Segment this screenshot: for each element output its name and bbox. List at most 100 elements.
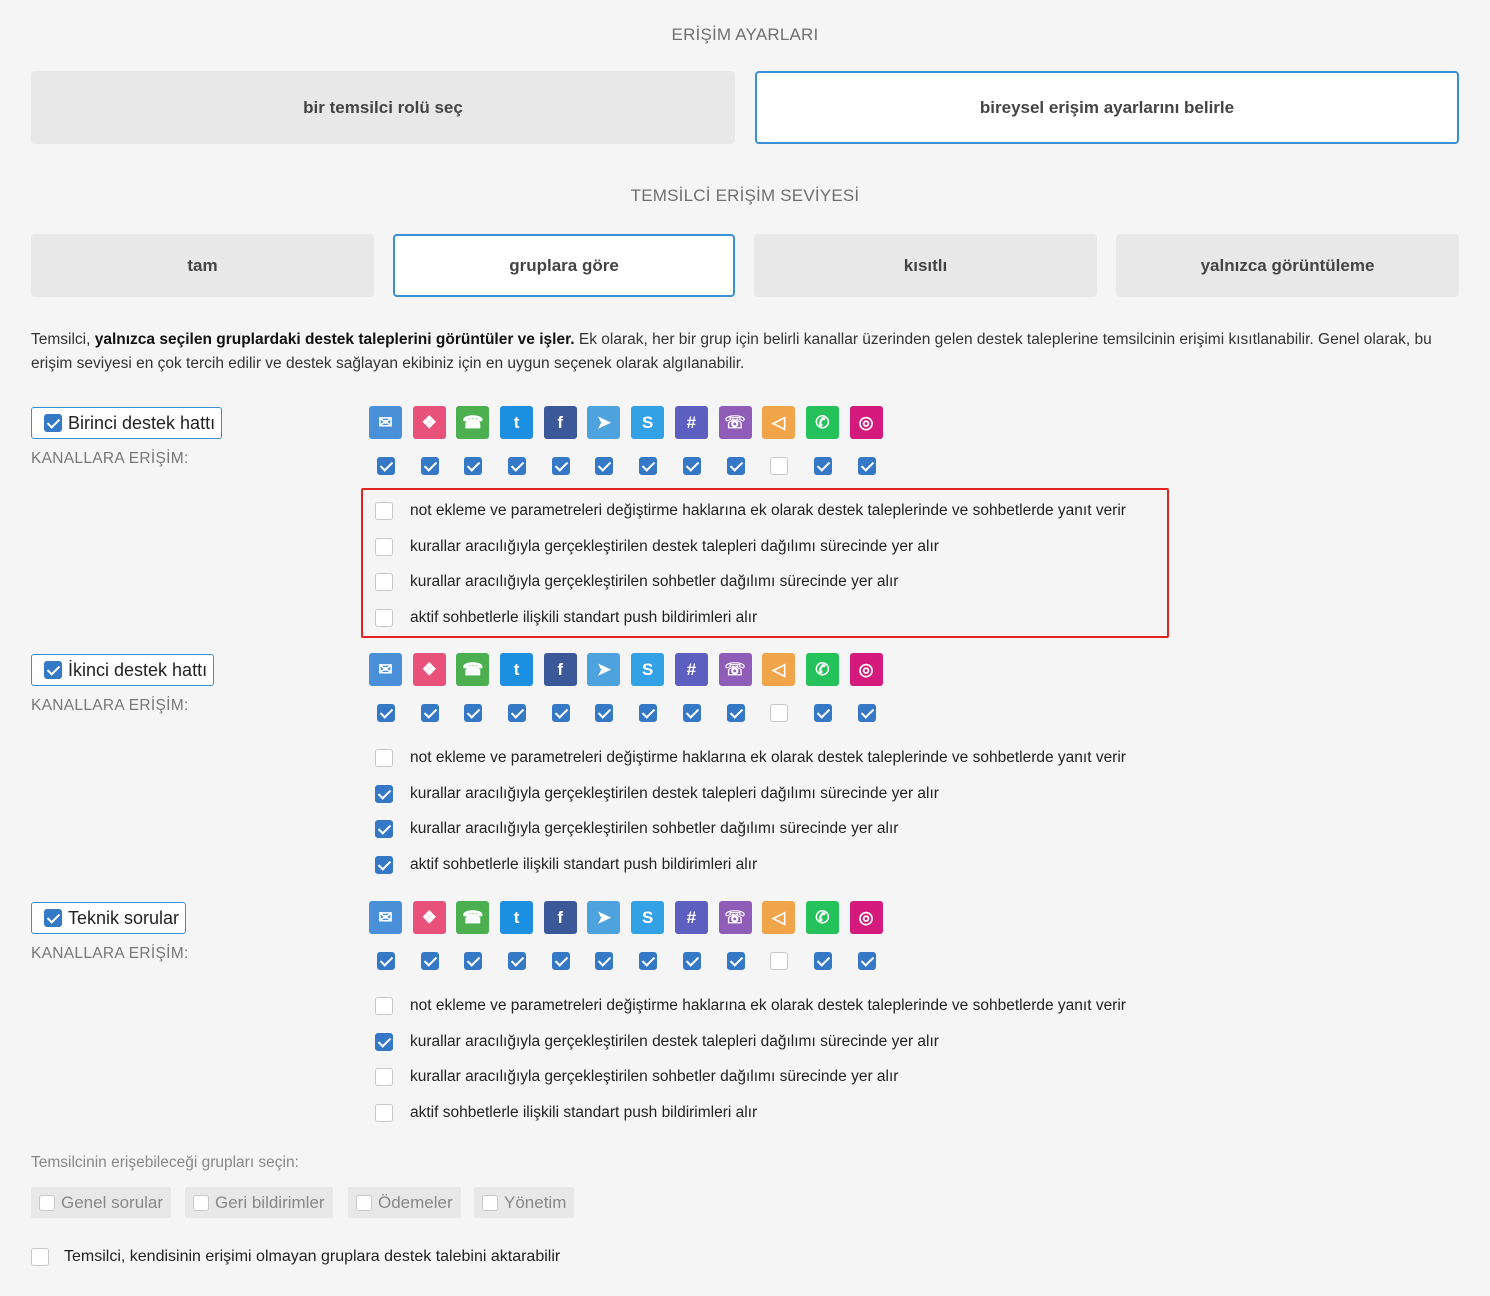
channel-checkbox[interactable] xyxy=(377,952,395,970)
permission-option[interactable]: kurallar aracılığıyla gerçekleştirilen d… xyxy=(375,785,939,803)
channel-checkbox[interactable] xyxy=(813,457,832,475)
channel-checkbox[interactable] xyxy=(857,704,876,722)
skype-icon: S xyxy=(631,901,665,934)
permission-checkbox[interactable] xyxy=(375,997,393,1015)
channel-checkbox[interactable] xyxy=(726,457,745,475)
group-checkbox[interactable] xyxy=(44,661,62,679)
individual-access-button[interactable]: bireysel erişim ayarlarını belirle xyxy=(755,71,1459,144)
email-icon: ✉ xyxy=(369,901,402,934)
permission-checkbox[interactable] xyxy=(375,785,393,803)
permission-label: kurallar aracılığıyla gerçekleştirilen s… xyxy=(410,820,899,837)
facebook-icon: f xyxy=(543,653,577,686)
channel-checkbox[interactable] xyxy=(595,952,614,970)
level-by-groups-button[interactable]: gruplara göre xyxy=(393,234,735,297)
channel-checkbox[interactable] xyxy=(508,952,527,970)
description-bold: yalnızca seçilen gruplardaki destek tale… xyxy=(94,331,575,348)
telegram-icon: ➤ xyxy=(587,653,621,686)
channel-checkbox[interactable] xyxy=(813,704,832,722)
group-option-odemeler[interactable]: Ödemeler xyxy=(348,1187,461,1218)
channel-checkbox[interactable] xyxy=(682,952,701,970)
channel-checkbox[interactable] xyxy=(551,704,570,722)
access-level-description: Temsilci, yalnızca seçilen gruplardaki d… xyxy=(31,328,1461,376)
channel-checkbox[interactable] xyxy=(726,952,745,970)
group-option-label: Ödemeler xyxy=(378,1192,453,1212)
channel-checkbox[interactable] xyxy=(682,704,701,722)
permission-label: kurallar aracılığıyla gerçekleştirilen s… xyxy=(410,1068,899,1085)
channel-checkbox[interactable] xyxy=(595,457,614,475)
viber-icon: ☏ xyxy=(718,406,752,439)
channel-checkbox[interactable] xyxy=(770,457,789,475)
permission-option[interactable]: not ekleme ve parametreleri değiştirme h… xyxy=(375,749,1126,767)
transfer-option-label: Temsilci, kendisinin erişimi olmayan gru… xyxy=(64,1248,561,1265)
description-prefix: Temsilci, xyxy=(31,331,95,348)
viber-icon: ☏ xyxy=(718,653,752,686)
channel-checkbox[interactable] xyxy=(857,457,876,475)
transfer-option[interactable]: Temsilci, kendisinin erişimi olmayan gru… xyxy=(31,1248,560,1266)
group-option-yonetim[interactable]: Yönetim xyxy=(474,1187,575,1218)
permission-option[interactable]: not ekleme ve parametreleri değiştirme h… xyxy=(375,997,1126,1015)
channel-checkbox[interactable] xyxy=(551,457,570,475)
permission-option[interactable]: aktif sohbetlerle ilişkili standart push… xyxy=(375,856,757,874)
channel-checkbox[interactable] xyxy=(508,704,527,722)
checkbox[interactable] xyxy=(39,1194,55,1211)
group-checkbox[interactable] xyxy=(44,414,62,432)
channel-checkbox[interactable] xyxy=(377,704,395,722)
permission-checkbox[interactable] xyxy=(375,856,393,874)
transfer-checkbox[interactable] xyxy=(31,1248,49,1266)
channel-checkbox[interactable] xyxy=(682,457,701,475)
channel-checkbox[interactable] xyxy=(595,704,614,722)
level-full-button[interactable]: tam xyxy=(31,234,374,297)
viber-icon: ☏ xyxy=(718,901,752,934)
channel-checkbox[interactable] xyxy=(377,457,395,475)
whatsapp-icon: ✆ xyxy=(805,406,839,439)
group-checkbox[interactable] xyxy=(44,909,62,927)
select-role-button[interactable]: bir temsilci rolü seç xyxy=(31,71,735,144)
channel-checkbox-row xyxy=(377,952,901,970)
checkbox[interactable] xyxy=(193,1194,209,1211)
channel-checkbox[interactable] xyxy=(420,952,439,970)
channel-checkbox[interactable] xyxy=(464,704,483,722)
channel-checkbox[interactable] xyxy=(551,952,570,970)
group-option-genel-sorular[interactable]: Genel sorular xyxy=(31,1187,172,1218)
channel-checkbox[interactable] xyxy=(639,704,658,722)
permission-option[interactable]: kurallar aracılığıyla gerçekleştirilen d… xyxy=(375,1033,939,1051)
chat-icon: ❖ xyxy=(412,653,446,686)
permission-label: kurallar aracılığıyla gerçekleştirilen d… xyxy=(410,785,939,802)
channel-checkbox[interactable] xyxy=(813,952,832,970)
channel-checkbox[interactable] xyxy=(726,704,745,722)
access-level-title: TEMSİLCİ ERİŞİM SEVİYESİ xyxy=(630,186,860,205)
slack-icon: # xyxy=(674,901,708,934)
permission-checkbox[interactable] xyxy=(375,1104,393,1122)
permission-checkbox[interactable] xyxy=(375,1068,393,1086)
group-option-geri-bildirimler[interactable]: Geri bildirimler xyxy=(185,1187,333,1218)
facebook-icon: f xyxy=(543,406,577,439)
instagram-icon: ◎ xyxy=(849,406,883,439)
channel-checkbox[interactable] xyxy=(420,704,439,722)
level-restricted-button[interactable]: kısıtlı xyxy=(754,234,1097,297)
permission-checkbox[interactable] xyxy=(375,1033,393,1051)
channel-checkbox[interactable] xyxy=(770,952,789,970)
permission-checkbox[interactable] xyxy=(375,820,393,838)
permission-checkbox[interactable] xyxy=(375,749,393,767)
permission-option[interactable]: aktif sohbetlerle ilişkili standart push… xyxy=(375,1104,757,1122)
whatsapp-icon: ✆ xyxy=(805,901,839,934)
checkbox[interactable] xyxy=(356,1194,372,1211)
channel-checkbox[interactable] xyxy=(508,457,527,475)
group-chip[interactable]: İkinci destek hattı xyxy=(31,654,215,686)
chat-icon: ❖ xyxy=(412,901,446,934)
permission-option[interactable]: kurallar aracılığıyla gerçekleştirilen s… xyxy=(375,820,898,838)
channel-checkbox[interactable] xyxy=(420,457,439,475)
megaphone-icon: ◁ xyxy=(762,653,796,686)
channel-checkbox[interactable] xyxy=(464,457,483,475)
group-chip[interactable]: Birinci destek hattı xyxy=(31,407,223,439)
channel-checkbox[interactable] xyxy=(770,704,789,722)
permission-option[interactable]: kurallar aracılığıyla gerçekleştirilen s… xyxy=(375,1068,898,1086)
checkbox[interactable] xyxy=(482,1194,498,1211)
channel-checkbox[interactable] xyxy=(639,952,658,970)
channel-checkbox[interactable] xyxy=(857,952,876,970)
channel-checkbox[interactable] xyxy=(464,952,483,970)
group-chip[interactable]: Teknik sorular xyxy=(31,902,187,934)
channel-checkbox[interactable] xyxy=(639,457,658,475)
level-view-only-button[interactable]: yalnızca görüntüleme xyxy=(1116,234,1459,297)
select-groups-label: Temsilcinin erişebileceği grupları seçin… xyxy=(31,1154,299,1171)
